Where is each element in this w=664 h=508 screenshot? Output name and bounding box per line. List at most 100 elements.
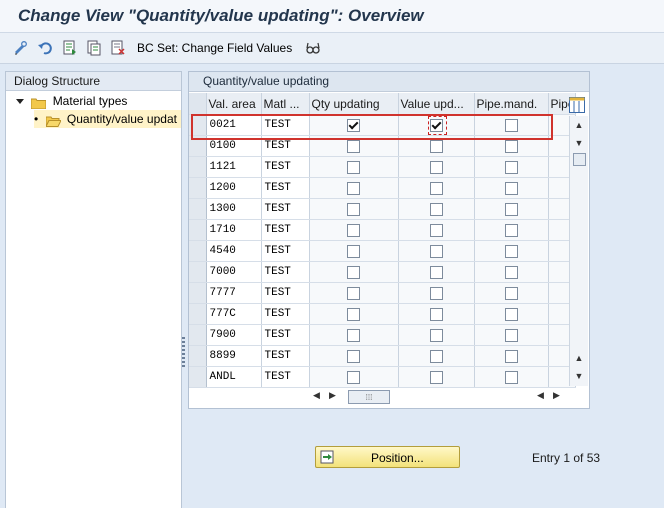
cell-qty [309, 177, 399, 199]
table-row[interactable]: 777C TEST [189, 303, 576, 325]
row-selector[interactable] [189, 240, 207, 262]
pipe-mand-checkbox[interactable] [504, 182, 518, 196]
pipe-mand-checkbox[interactable] [504, 308, 518, 322]
row-selector[interactable] [189, 177, 207, 199]
pipe-mand-checkbox[interactable] [504, 203, 518, 217]
column-settings-icon[interactable] [569, 97, 585, 113]
scroll-right-arrow-icon[interactable]: ▶ [329, 390, 336, 401]
undo-icon[interactable] [37, 40, 53, 56]
row-selector[interactable] [189, 156, 207, 178]
table-row[interactable]: 7000 TEST [189, 261, 576, 283]
table-row[interactable]: 8899 TEST [189, 345, 576, 367]
panel-splitter[interactable] [182, 71, 186, 507]
copy-icon[interactable] [86, 40, 102, 56]
cell-val-area: ANDL [206, 366, 262, 388]
table-row[interactable]: 7900 TEST [189, 324, 576, 346]
scroll-down-arrow-icon[interactable]: ▼ [573, 137, 585, 149]
cell-pipe [474, 198, 549, 220]
pipe-mand-checkbox[interactable] [504, 287, 518, 301]
value-upd-checkbox[interactable] [429, 308, 443, 322]
qty-updating-checkbox[interactable] [347, 287, 360, 301]
bc-set-change-field-values-button[interactable]: BC Set: Change Field Values [137, 41, 292, 55]
qty-updating-checkbox[interactable] [347, 266, 360, 280]
cell-value [398, 303, 475, 325]
cell-value [398, 156, 475, 178]
scroll-page-up-arrow-icon[interactable]: ▲ [573, 352, 585, 364]
cell-matl: TEST [261, 156, 310, 178]
column-header-val-area[interactable]: Val. area [206, 93, 262, 115]
position-button[interactable]: Position... [315, 446, 460, 468]
row-selector[interactable] [189, 282, 207, 304]
value-upd-checkbox[interactable] [429, 287, 443, 301]
value-upd-checkbox[interactable] [429, 224, 443, 238]
column-header-qty-updating[interactable]: Qty updating [309, 93, 399, 115]
table-row[interactable]: 7777 TEST [189, 282, 576, 304]
pipe-mand-checkbox[interactable] [504, 266, 518, 280]
value-upd-checkbox[interactable] [429, 371, 443, 385]
qty-updating-checkbox[interactable] [347, 308, 360, 322]
pipe-mand-checkbox[interactable] [504, 371, 518, 385]
pipe-mand-checkbox[interactable] [504, 161, 518, 175]
scroll-left-arrow-icon[interactable]: ◀ [313, 390, 320, 401]
splitter-handle[interactable] [182, 337, 185, 367]
select-all-header[interactable] [189, 93, 207, 115]
table-row[interactable]: 1121 TEST [189, 156, 576, 178]
qty-updating-checkbox[interactable] [347, 140, 360, 154]
row-selector[interactable] [189, 261, 207, 283]
value-upd-checkbox[interactable] [429, 350, 443, 364]
pipe-mand-checkbox[interactable] [504, 329, 518, 343]
column-header-value-upd[interactable]: Value upd... [398, 93, 475, 115]
row-selector[interactable] [189, 324, 207, 346]
edit-display-icon[interactable] [13, 40, 29, 56]
row-selector[interactable] [189, 366, 207, 388]
row-selector[interactable] [189, 345, 207, 367]
value-upd-checkbox[interactable] [429, 140, 443, 154]
column-header-pipe-mand[interactable]: Pipe.mand. [474, 93, 549, 115]
horizontal-scrollbar[interactable]: ◀ ▶ ⁞⁞⁞ ◀ ▶ [311, 388, 569, 404]
table-row[interactable]: ANDL TEST [189, 366, 576, 388]
value-upd-checkbox[interactable] [429, 203, 443, 217]
qty-updating-checkbox[interactable] [347, 224, 360, 238]
delete-icon[interactable] [110, 40, 126, 56]
glasses-icon[interactable] [305, 40, 321, 56]
value-upd-checkbox[interactable] [429, 182, 443, 196]
cell-value [398, 240, 475, 262]
row-selector[interactable] [189, 198, 207, 220]
row-selector[interactable] [189, 303, 207, 325]
table-row[interactable]: 4540 TEST [189, 240, 576, 262]
qty-updating-checkbox[interactable] [347, 245, 360, 259]
vertical-scrollbar[interactable]: ▲ ▼ ▲ ▼ [569, 116, 588, 386]
new-entries-icon[interactable] [62, 40, 78, 56]
table-row[interactable]: 1300 TEST [189, 198, 576, 220]
scroll-right-end-arrow-icon[interactable]: ▶ [553, 390, 560, 401]
scrollbar-thumb[interactable] [573, 153, 586, 166]
scroll-page-down-arrow-icon[interactable]: ▼ [573, 370, 585, 382]
column-header-matl[interactable]: Matl ... [261, 93, 310, 115]
qty-updating-checkbox[interactable] [347, 182, 360, 196]
tree-item-material-types[interactable]: Material types [16, 92, 127, 110]
pipe-mand-checkbox[interactable] [504, 140, 518, 154]
value-upd-checkbox[interactable] [429, 329, 443, 343]
pipe-mand-checkbox[interactable] [504, 224, 518, 238]
cell-val-area: 8899 [206, 345, 262, 367]
qty-updating-checkbox[interactable] [347, 371, 360, 385]
cell-pipe [474, 366, 549, 388]
value-upd-checkbox[interactable] [429, 161, 443, 175]
expand-triangle-icon[interactable] [16, 99, 24, 105]
pipe-mand-checkbox[interactable] [504, 245, 518, 259]
qty-updating-checkbox[interactable] [347, 350, 360, 364]
value-upd-checkbox[interactable] [429, 245, 443, 259]
table-row[interactable]: 1200 TEST [189, 177, 576, 199]
qty-updating-checkbox[interactable] [347, 329, 360, 343]
tree-item-quantity-value-updating[interactable]: • Quantity/value updat [34, 110, 181, 128]
pipe-mand-checkbox[interactable] [504, 350, 518, 364]
value-upd-checkbox[interactable] [429, 266, 443, 280]
row-selector[interactable] [189, 219, 207, 241]
horizontal-scrollbar-thumb[interactable]: ⁞⁞⁞ [348, 390, 390, 404]
scroll-up-arrow-icon[interactable]: ▲ [573, 119, 585, 131]
table-row[interactable]: 1710 TEST [189, 219, 576, 241]
scroll-left-end-arrow-icon[interactable]: ◀ [537, 390, 544, 401]
qty-updating-checkbox[interactable] [347, 203, 360, 217]
cell-value [398, 261, 475, 283]
qty-updating-checkbox[interactable] [347, 161, 360, 175]
